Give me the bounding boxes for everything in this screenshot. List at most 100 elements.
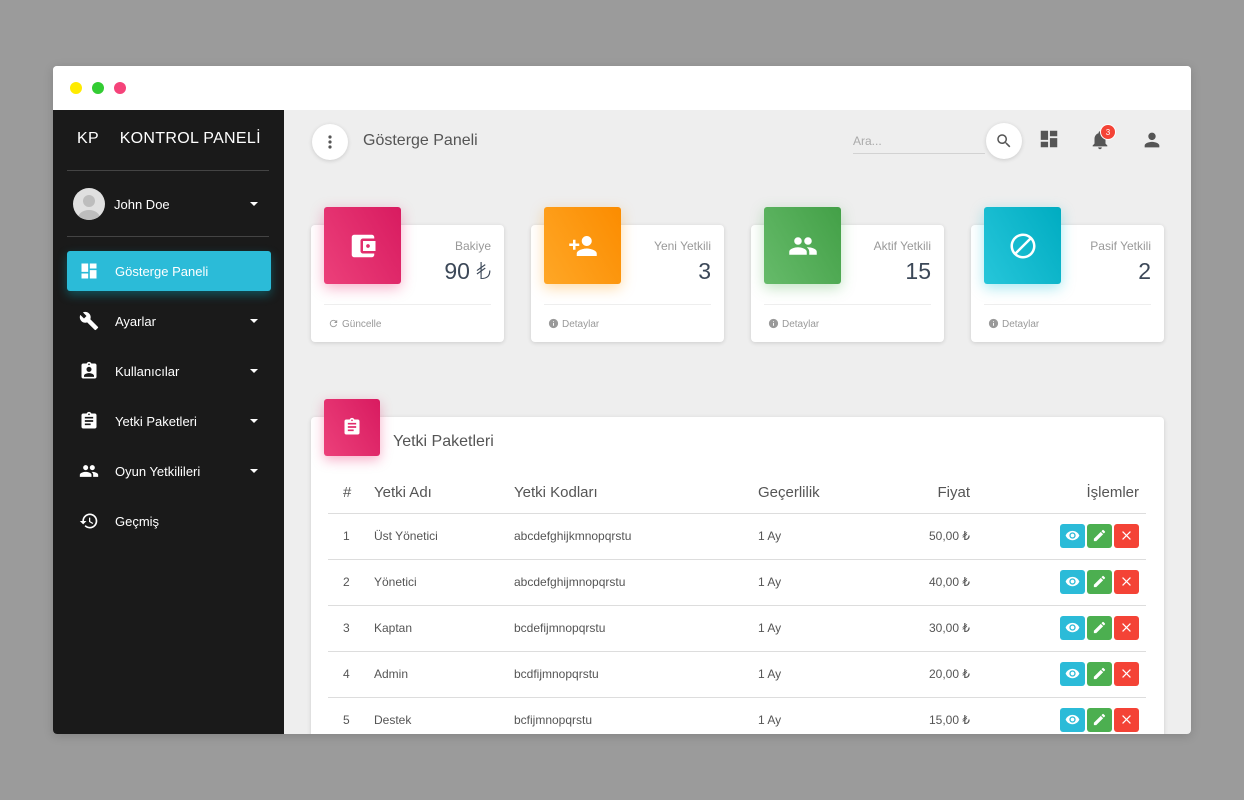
view-button[interactable] bbox=[1060, 662, 1085, 686]
package-price: 40,00 ₺ bbox=[870, 559, 970, 606]
people-icon bbox=[764, 207, 841, 284]
sidebar-item-label: Oyun Yetkilileri bbox=[115, 464, 201, 479]
avatar bbox=[73, 188, 105, 220]
sidebar-item-packages[interactable]: Yetki Paketleri bbox=[67, 401, 271, 441]
table-row: 3 Kaptan bcdefijmnopqrstu 1 Ay 30,00 ₺ bbox=[328, 605, 1146, 652]
sidebar-item-settings[interactable]: Ayarlar bbox=[67, 301, 271, 341]
edit-button[interactable] bbox=[1087, 708, 1112, 732]
stat-footer-label: Detaylar bbox=[1002, 319, 1040, 330]
window-maximize-dot[interactable] bbox=[92, 82, 104, 94]
sidebar-item-dashboard[interactable]: Gösterge Paneli bbox=[67, 251, 271, 291]
packages-panel: Yetki Paketleri # Yetki Adı Yetki Kodlar… bbox=[311, 399, 1164, 734]
stat-footer-label: Güncelle bbox=[342, 319, 382, 330]
table-row: 5 Destek bcfijmnopqrstu 1 Ay 15,00 ₺ bbox=[328, 697, 1146, 734]
sidebar-item-users[interactable]: Kullanıcılar bbox=[67, 351, 271, 391]
edit-button[interactable] bbox=[1087, 570, 1112, 594]
row-number: 2 bbox=[328, 559, 374, 606]
eye-icon bbox=[1065, 668, 1080, 679]
column-header: Yetki Kodları bbox=[514, 473, 758, 514]
block-icon bbox=[984, 207, 1061, 284]
panel-title: Yetki Paketleri bbox=[393, 433, 494, 450]
delete-button[interactable] bbox=[1114, 524, 1139, 548]
chevron-down-icon bbox=[250, 469, 258, 473]
edit-button[interactable] bbox=[1087, 662, 1112, 686]
people-icon bbox=[79, 461, 99, 481]
view-button[interactable] bbox=[1060, 708, 1085, 732]
page-title: Gösterge Paneli bbox=[363, 132, 478, 149]
dashboard-button[interactable] bbox=[1038, 128, 1062, 152]
package-validity: 1 Ay bbox=[758, 605, 870, 652]
stat-footer-label: Detaylar bbox=[562, 319, 600, 330]
stat-value: 3 bbox=[698, 258, 711, 284]
package-name: Üst Yönetici bbox=[374, 513, 514, 560]
window-minimize-dot[interactable] bbox=[70, 82, 82, 94]
clipboard-icon bbox=[324, 399, 380, 456]
package-price: 15,00 ₺ bbox=[870, 697, 970, 734]
pencil-icon bbox=[1093, 575, 1106, 588]
sidebar: KP KONTROL PANELİ John Doe Gösterge Pane… bbox=[53, 110, 284, 734]
close-icon bbox=[1122, 577, 1131, 586]
sidebar-divider bbox=[67, 236, 269, 237]
browser-window: KP KONTROL PANELİ John Doe Gösterge Pane… bbox=[53, 66, 1191, 734]
sidebar-item-history[interactable]: Geçmiş bbox=[67, 501, 271, 541]
package-name: Admin bbox=[374, 651, 514, 698]
table-row: 4 Admin bcdfijmnopqrstu 1 Ay 20,00 ₺ bbox=[328, 651, 1146, 698]
delete-button[interactable] bbox=[1114, 570, 1139, 594]
view-button[interactable] bbox=[1060, 616, 1085, 640]
divider bbox=[984, 304, 1151, 305]
chevron-down-icon bbox=[250, 319, 258, 323]
stat-label: Bakiye bbox=[454, 239, 491, 253]
packages-table: # Yetki Adı Yetki Kodları Geçerlilik Fiy… bbox=[328, 473, 1146, 734]
profile-button[interactable] bbox=[1141, 129, 1165, 153]
divider bbox=[764, 304, 931, 305]
dashboard-icon bbox=[1040, 130, 1058, 148]
id-badge-icon bbox=[79, 361, 99, 381]
brand[interactable]: KP KONTROL PANELİ bbox=[77, 130, 261, 148]
details-link[interactable]: Detaylar bbox=[768, 318, 819, 330]
clipboard-icon bbox=[79, 411, 99, 431]
edit-button[interactable] bbox=[1087, 524, 1112, 548]
stat-value: 2 bbox=[1138, 258, 1151, 284]
row-actions bbox=[970, 697, 1146, 734]
eye-icon bbox=[1065, 714, 1080, 725]
user-menu[interactable]: John Doe bbox=[73, 188, 263, 220]
view-button[interactable] bbox=[1060, 570, 1085, 594]
add-person-icon bbox=[544, 207, 621, 284]
chevron-down-icon bbox=[250, 369, 258, 373]
edit-button[interactable] bbox=[1087, 616, 1112, 640]
wallet-icon bbox=[324, 207, 401, 284]
close-icon bbox=[1122, 669, 1131, 678]
delete-button[interactable] bbox=[1114, 662, 1139, 686]
row-actions bbox=[970, 513, 1146, 560]
delete-button[interactable] bbox=[1114, 616, 1139, 640]
column-header: Geçerlilik bbox=[758, 473, 870, 514]
view-button[interactable] bbox=[1060, 524, 1085, 548]
eye-icon bbox=[1065, 622, 1080, 633]
search-icon bbox=[997, 134, 1011, 148]
delete-button[interactable] bbox=[1114, 708, 1139, 732]
stat-label: Pasif Yetkili bbox=[1090, 239, 1151, 253]
person-icon bbox=[1144, 132, 1160, 148]
table-header-row: # Yetki Adı Yetki Kodları Geçerlilik Fiy… bbox=[328, 473, 1146, 514]
brand-title: KONTROL PANELİ bbox=[119, 130, 261, 147]
window-close-dot[interactable] bbox=[114, 82, 126, 94]
menu-toggle-button[interactable] bbox=[312, 124, 348, 160]
package-validity: 1 Ay bbox=[758, 513, 870, 560]
info-icon bbox=[768, 318, 779, 329]
package-codes: abcdefghijmnopqrstu bbox=[514, 559, 758, 606]
sidebar-item-label: Yetki Paketleri bbox=[115, 414, 197, 429]
table-row: 2 Yönetici abcdefghijmnopqrstu 1 Ay 40,0… bbox=[328, 559, 1146, 606]
sidebar-item-game-admins[interactable]: Oyun Yetkilileri bbox=[67, 451, 271, 491]
dashboard-icon bbox=[79, 261, 99, 281]
wrench-icon bbox=[79, 311, 99, 331]
package-codes: bcdefijmnopqrstu bbox=[514, 605, 758, 652]
info-icon bbox=[988, 318, 999, 329]
details-link[interactable]: Detaylar bbox=[988, 318, 1039, 330]
stat-label: Yeni Yetkili bbox=[654, 239, 711, 253]
details-link[interactable]: Detaylar bbox=[548, 318, 599, 330]
search-input[interactable] bbox=[853, 128, 985, 154]
search-button[interactable] bbox=[986, 123, 1022, 159]
package-codes: bcfijmnopqrstu bbox=[514, 697, 758, 734]
stat-label: Aktif Yetkili bbox=[873, 239, 931, 253]
refresh-link[interactable]: Güncelle bbox=[328, 318, 381, 330]
